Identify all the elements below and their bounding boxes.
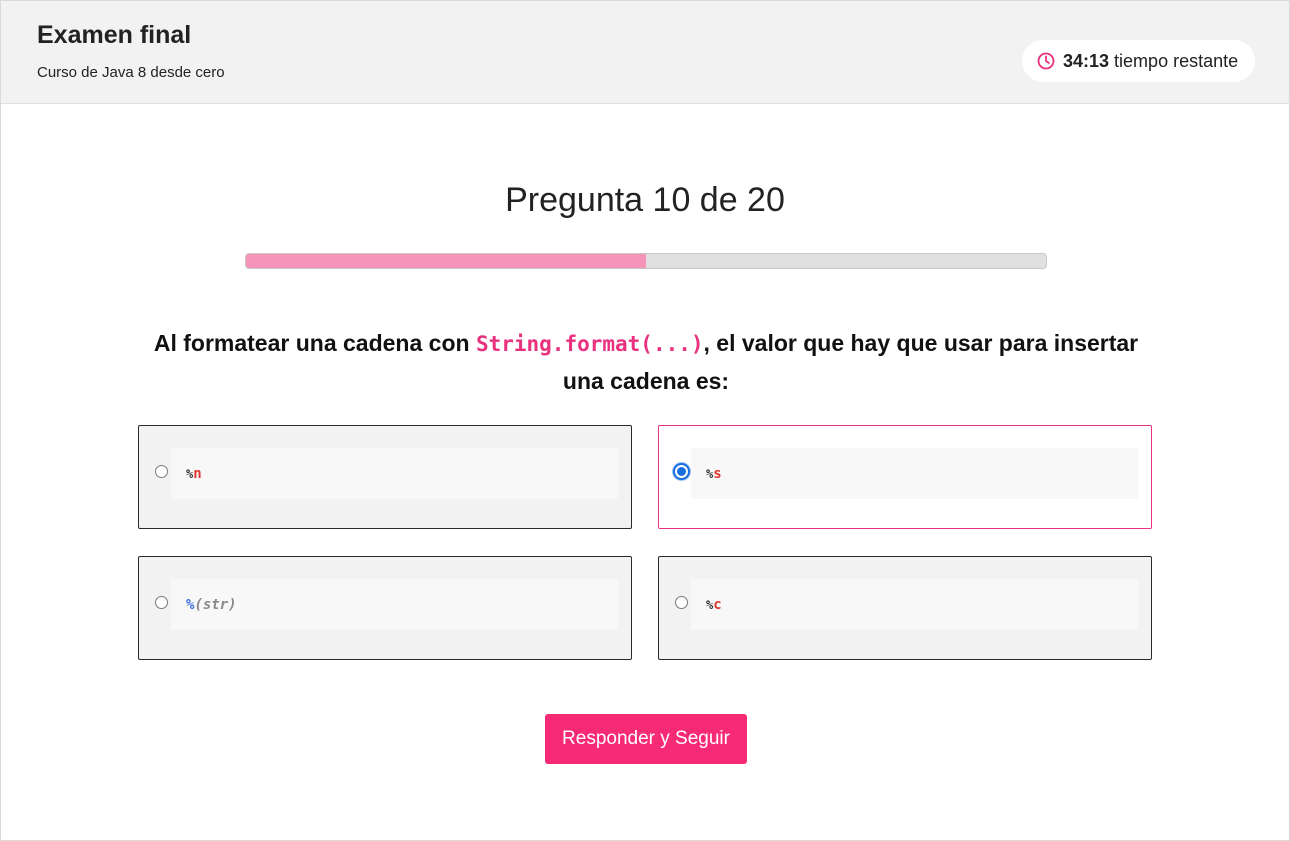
answer-code-value: c xyxy=(713,596,722,613)
timer-label: tiempo restante xyxy=(1114,50,1239,71)
question-text-before: Al formatear una cadena con xyxy=(153,330,476,356)
progress-fill xyxy=(246,254,646,268)
radio-button[interactable] xyxy=(675,596,688,609)
answer-code-percent: % xyxy=(186,466,194,481)
answer-option-str[interactable]: % (str) xyxy=(138,556,632,660)
header: Examen final Curso de Java 8 desde cero … xyxy=(1,1,1289,104)
question-text: Al formatear una cadena con String.forma… xyxy=(151,325,1141,400)
clock-icon xyxy=(1037,52,1055,70)
timer-value: 34:13 xyxy=(1063,50,1110,71)
question-code: String.format(...) xyxy=(475,332,704,356)
radio-button[interactable] xyxy=(155,465,168,478)
submit-button[interactable]: Responder y Seguir xyxy=(545,714,747,764)
exam-page: Examen final Curso de Java 8 desde cero … xyxy=(0,0,1290,841)
radio-button[interactable] xyxy=(673,463,690,480)
radio-button[interactable] xyxy=(155,596,168,609)
answer-code: % s xyxy=(691,448,1138,499)
answer-code-percent: % xyxy=(706,466,714,481)
answer-code: % c xyxy=(691,579,1138,630)
answer-option-n[interactable]: % n xyxy=(138,425,632,529)
page-title: Examen final xyxy=(37,21,192,49)
answer-code-value: s xyxy=(713,465,722,482)
answer-code-percent: % xyxy=(186,596,195,613)
progress-bar xyxy=(245,253,1047,269)
answer-code-percent: % xyxy=(706,597,714,612)
answer-code-value: n xyxy=(193,465,202,482)
timer-badge: 34:13 tiempo restante xyxy=(1022,40,1255,82)
answer-code-value: (str) xyxy=(194,596,237,613)
answer-code: % (str) xyxy=(171,579,618,630)
answer-option-c[interactable]: % c xyxy=(658,556,1152,660)
answer-code: % n xyxy=(171,448,618,499)
question-counter: Pregunta 10 de 20 xyxy=(505,181,785,219)
course-name: Curso de Java 8 desde cero xyxy=(37,64,225,81)
answer-option-s[interactable]: % s xyxy=(658,425,1152,529)
